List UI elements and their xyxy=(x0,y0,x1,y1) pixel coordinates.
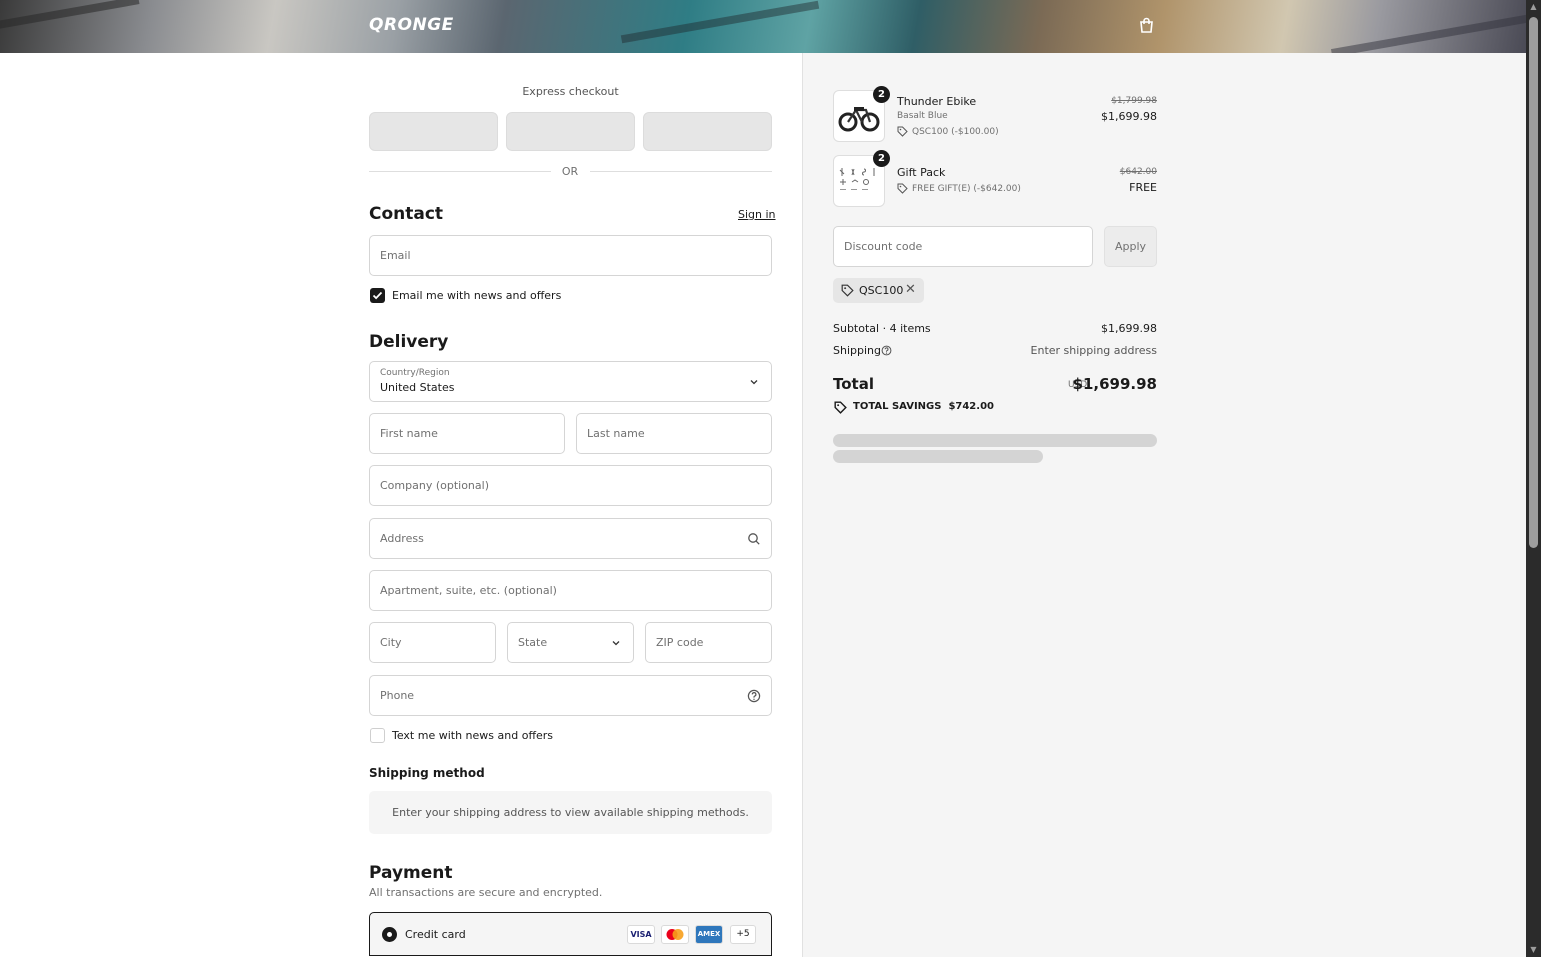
apartment-placeholder: Apartment, suite, etc. (optional) xyxy=(380,584,557,597)
chevron-down-icon xyxy=(612,641,620,646)
credit-card-option[interactable]: Credit card VISA AMEX +5 xyxy=(369,912,772,956)
email-field[interactable]: Email xyxy=(369,235,772,276)
original-price: $642.00 xyxy=(1119,167,1157,177)
divider xyxy=(369,171,551,172)
product-name: Gift Pack xyxy=(897,166,946,179)
divider xyxy=(590,171,772,172)
scrollbar-thumb[interactable] xyxy=(1529,17,1538,548)
shipping-label: Shipping xyxy=(833,344,881,357)
zip-placeholder: ZIP code xyxy=(656,636,704,649)
credit-card-radio[interactable] xyxy=(382,927,397,942)
more-cards-badge: +5 xyxy=(730,925,756,944)
quantity-badge: 2 xyxy=(873,86,890,103)
contact-heading: Contact xyxy=(369,204,444,224)
product-discount-text: QSC100 (-$100.00) xyxy=(912,127,999,137)
last-name-placeholder: Last name xyxy=(587,427,645,440)
scroll-down-icon[interactable]: ▼ xyxy=(1529,945,1538,954)
delivery-heading: Delivery xyxy=(369,332,449,352)
help-circle-icon[interactable] xyxy=(881,345,892,356)
email-placeholder: Email xyxy=(380,249,411,262)
original-price: $1,799.98 xyxy=(1111,96,1157,106)
product-discount: FREE GIFT(E) (-$642.00) xyxy=(897,183,1021,194)
zip-code-field[interactable]: ZIP code xyxy=(645,622,772,663)
mastercard-icon xyxy=(661,925,689,944)
address-field[interactable]: Address xyxy=(369,518,772,559)
company-placeholder: Company (optional) xyxy=(380,479,489,492)
city-placeholder: City xyxy=(380,636,402,649)
city-field[interactable]: City xyxy=(369,622,496,663)
tag-icon xyxy=(897,183,908,194)
or-divider-text: OR xyxy=(561,165,579,178)
country-select[interactable]: Country/Region United States xyxy=(369,361,772,402)
shipping-value: Enter shipping address xyxy=(1030,344,1157,357)
subtotal-value: $1,699.98 xyxy=(1101,322,1157,335)
visa-icon: VISA xyxy=(627,925,655,944)
phone-placeholder: Phone xyxy=(380,689,415,702)
header-banner: QRONGE xyxy=(0,0,1526,53)
shipping-method-heading: Shipping method xyxy=(369,766,485,780)
state-placeholder: State xyxy=(518,636,548,649)
phone-field[interactable]: Phone xyxy=(369,675,772,716)
express-checkout-title: Express checkout xyxy=(522,85,619,98)
total-label: Total xyxy=(833,375,874,393)
address-placeholder: Address xyxy=(380,532,424,545)
credit-card-label: Credit card xyxy=(405,928,466,941)
discount-code-placeholder: Discount code xyxy=(844,240,923,253)
store-logo[interactable]: QRONGE xyxy=(369,15,454,35)
first-name-field[interactable]: First name xyxy=(369,413,565,454)
total-value: $1,699.98 xyxy=(1072,375,1157,393)
sign-in-link[interactable]: Sign in xyxy=(738,208,776,221)
payment-subtitle: All transactions are secure and encrypte… xyxy=(369,886,603,899)
total-savings: TOTAL SAVINGS $742.00 xyxy=(853,401,994,412)
tag-icon xyxy=(834,401,847,414)
product-variant: Basalt Blue xyxy=(897,111,948,121)
loading-placeholder xyxy=(833,450,1043,463)
last-name-field[interactable]: Last name xyxy=(576,413,772,454)
shopping-bag-icon[interactable] xyxy=(1138,17,1155,34)
product-price: $1,699.98 xyxy=(1101,110,1157,123)
shipping-method-info: Enter your shipping address to view avai… xyxy=(369,791,772,834)
remove-discount-icon[interactable]: ✕ xyxy=(905,282,916,297)
state-select[interactable]: State xyxy=(507,622,634,663)
express-pay-button-3[interactable] xyxy=(643,112,772,151)
tag-icon xyxy=(897,126,908,137)
product-price: FREE xyxy=(1129,181,1157,194)
newsletter-label: Email me with news and offers xyxy=(392,289,562,302)
payment-heading: Payment xyxy=(369,863,453,883)
apply-button[interactable]: Apply xyxy=(1104,226,1157,267)
sms-label: Text me with news and offers xyxy=(392,729,554,742)
loading-placeholder xyxy=(833,434,1157,447)
first-name-placeholder: First name xyxy=(380,427,438,440)
product-name: Thunder Ebike xyxy=(897,95,977,108)
product-discount: QSC100 (-$100.00) xyxy=(897,126,999,137)
checkmark-icon xyxy=(372,291,383,300)
total-savings-value: $742.00 xyxy=(948,401,994,412)
tag-icon xyxy=(841,284,854,297)
chevron-down-icon xyxy=(750,380,758,385)
search-icon xyxy=(748,533,760,545)
help-circle-icon[interactable] xyxy=(747,689,761,703)
quantity-badge: 2 xyxy=(873,150,890,167)
total-savings-label: TOTAL SAVINGS xyxy=(853,401,942,412)
sms-checkbox[interactable] xyxy=(370,728,385,743)
product-discount-text: FREE GIFT(E) (-$642.00) xyxy=(912,184,1021,194)
applied-discount-chip: QSC100 ✕ xyxy=(833,278,924,303)
country-value: United States xyxy=(380,381,455,394)
apartment-field[interactable]: Apartment, suite, etc. (optional) xyxy=(369,570,772,611)
subtotal-label: Subtotal · 4 items xyxy=(833,322,931,335)
newsletter-checkbox[interactable] xyxy=(370,288,385,303)
express-pay-button-1[interactable] xyxy=(369,112,498,151)
page-scrollbar[interactable]: ▲ ▼ xyxy=(1526,0,1541,957)
scroll-up-icon[interactable]: ▲ xyxy=(1529,2,1538,11)
company-field[interactable]: Company (optional) xyxy=(369,465,772,506)
applied-discount-code: QSC100 xyxy=(859,284,904,297)
express-pay-button-2[interactable] xyxy=(506,112,635,151)
country-label: Country/Region xyxy=(380,368,450,378)
amex-icon: AMEX xyxy=(695,925,723,944)
discount-code-field[interactable]: Discount code xyxy=(833,226,1093,267)
